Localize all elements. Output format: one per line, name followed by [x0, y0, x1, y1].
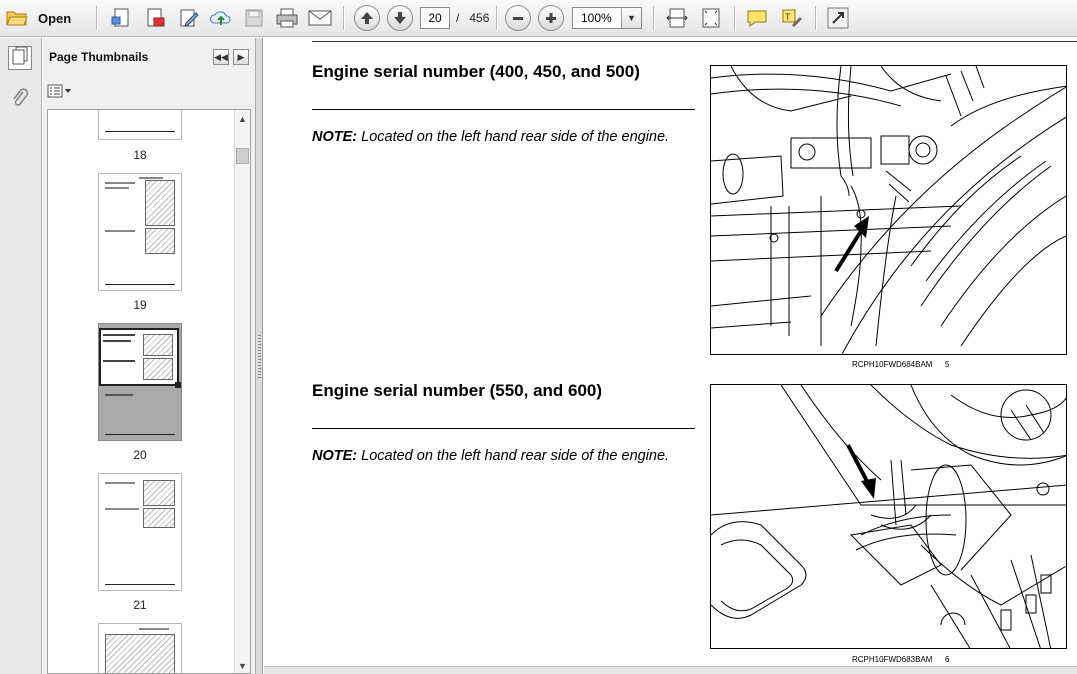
collapse-panel-button[interactable]: ◀◀	[213, 49, 229, 65]
document-view: Engine serial number (400, 450, and 500)…	[264, 38, 1077, 674]
zoom-value: 100%	[581, 11, 612, 25]
page-total: / 456	[456, 11, 489, 25]
next-page-button[interactable]	[387, 5, 413, 31]
status-bar	[264, 666, 1077, 674]
options-icon	[47, 84, 73, 101]
scrollbar-thumb[interactable]	[236, 148, 249, 164]
save-button[interactable]	[241, 5, 267, 31]
figure-number: 5	[945, 360, 950, 369]
figure-code: RCPH10FWD684BAM	[852, 360, 933, 369]
thumbnail-page-22[interactable]	[98, 623, 182, 673]
print-button[interactable]	[273, 5, 301, 31]
paperclip-icon	[11, 87, 29, 114]
export-pdf-button[interactable]	[142, 5, 168, 31]
fit-page-button[interactable]	[697, 5, 725, 31]
thumbnail-label-19: 19	[133, 298, 147, 312]
highlight-button[interactable]: T	[777, 5, 805, 31]
thumbnail-label-18: 18	[133, 148, 147, 162]
navigation-strip	[0, 38, 42, 674]
open-label: Open	[38, 10, 72, 26]
note-text: Located on the left hand rear side of th…	[357, 448, 670, 464]
minus-icon	[511, 11, 525, 25]
note-label: NOTE:	[312, 448, 358, 464]
engine-figure-5	[710, 65, 1067, 355]
zoom-in-button[interactable]	[538, 5, 564, 31]
panel-next-button[interactable]: ▶	[233, 49, 249, 65]
thumbnail-panel: Page Thumbnails ◀◀ ▶ 18 19 20 21 ▲ ▼	[43, 38, 256, 674]
thumbnail-page-20[interactable]	[98, 323, 182, 441]
thumbnail-page-18[interactable]	[98, 110, 182, 140]
zoom-select[interactable]: 100% ▼	[572, 7, 642, 29]
open-button[interactable]: Open	[6, 5, 82, 31]
previous-page-button[interactable]	[354, 5, 380, 31]
thumbnail-page-21[interactable]	[98, 473, 182, 591]
create-pdf-icon	[110, 7, 132, 29]
page-thumbnails-tab[interactable]	[8, 46, 32, 70]
section-heading: Engine serial number (550, and 600)	[312, 381, 603, 400]
panel-splitter[interactable]	[256, 38, 263, 674]
arrow-up-icon	[360, 11, 374, 25]
note-paragraph: NOTE: Located on the left hand rear side…	[312, 129, 669, 145]
printer-icon	[275, 7, 299, 29]
svg-text:T: T	[785, 12, 791, 22]
figure-code: RCPH10FWD683BAM	[852, 655, 933, 664]
create-pdf-button[interactable]	[108, 5, 134, 31]
section-heading: Engine serial number (400, 450, and 500)	[312, 62, 640, 81]
scroll-down-icon[interactable]: ▼	[238, 661, 247, 671]
upload-button[interactable]	[208, 5, 234, 31]
chevron-down-icon[interactable]: ▼	[621, 8, 641, 28]
fit-width-button[interactable]	[663, 5, 691, 31]
edit-pdf-button[interactable]	[176, 5, 202, 31]
total-pages: 456	[469, 11, 490, 25]
speech-bubble-icon	[746, 8, 768, 28]
panel-title: Page Thumbnails	[49, 50, 149, 64]
attachments-tab[interactable]	[8, 87, 32, 114]
folder-icon	[6, 9, 28, 27]
thumbnail-list: 18 19 20 21 ▲ ▼	[47, 109, 251, 674]
thumbnail-page-19[interactable]	[98, 173, 182, 291]
scroll-up-icon[interactable]: ▲	[238, 114, 247, 124]
fit-width-icon	[666, 7, 688, 29]
engine-figure-6	[710, 384, 1067, 649]
save-icon	[244, 8, 264, 28]
figure-number: 6	[945, 655, 950, 664]
comment-button[interactable]	[743, 5, 771, 31]
fit-page-icon	[700, 7, 722, 29]
highlighter-icon: T	[780, 7, 802, 29]
page-number-input[interactable]: 20	[420, 7, 450, 29]
zoom-out-button[interactable]	[505, 5, 531, 31]
export-pdf-icon	[144, 7, 166, 29]
edit-icon	[178, 7, 200, 29]
expand-button[interactable]	[824, 5, 852, 31]
note-paragraph: NOTE: Located on the left hand rear side…	[312, 448, 669, 464]
note-label: NOTE:	[312, 129, 358, 145]
expand-icon	[827, 7, 849, 29]
cloud-upload-icon	[209, 7, 233, 29]
pages-icon	[11, 46, 29, 71]
page-separator: /	[456, 11, 460, 25]
thumbnail-label-21: 21	[133, 598, 147, 612]
note-text: Located on the left hand rear side of th…	[357, 129, 670, 145]
email-button[interactable]	[306, 5, 334, 31]
double-chevron-left-icon: ◀◀	[214, 52, 228, 62]
plus-icon	[544, 11, 558, 25]
toolbar: Open 20 / 456 100% ▼ T	[0, 0, 1077, 37]
options-button[interactable]	[47, 84, 73, 100]
envelope-icon	[308, 9, 332, 27]
arrow-down-icon	[393, 11, 407, 25]
thumbnail-label-20: 20	[133, 448, 147, 462]
thumbnail-scrollbar[interactable]: ▲ ▼	[234, 110, 250, 673]
chevron-right-icon: ▶	[237, 52, 245, 62]
